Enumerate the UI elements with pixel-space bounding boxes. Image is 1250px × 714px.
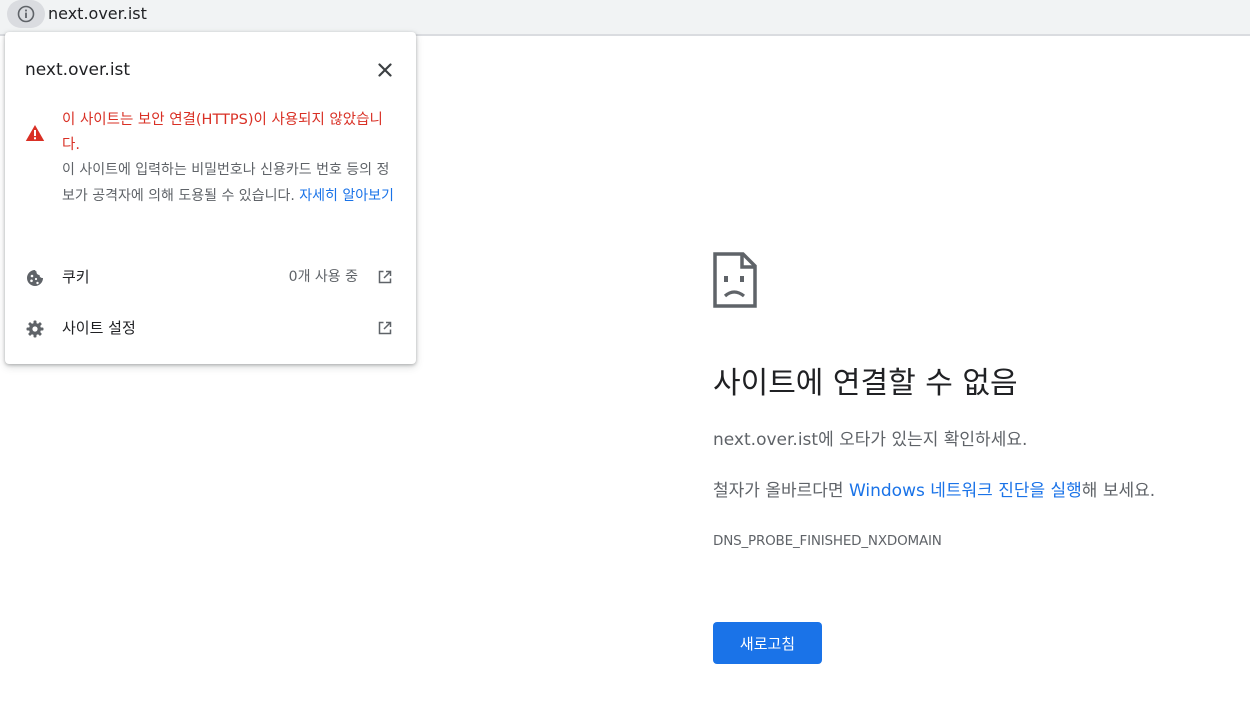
gear-icon [26,320,44,338]
cookies-count: 0개 사용 중 [288,269,358,285]
info-circle-icon [17,5,35,23]
cookie-icon [27,270,43,286]
learn-more-link[interactable]: 자세히 알아보기 [299,188,394,204]
open-in-new-icon [378,321,392,335]
site-info-button[interactable] [7,0,45,28]
typo-hint-text: 에 오타가 있는지 확인하세요. [818,430,1028,450]
close-button[interactable] [371,56,399,84]
site-settings-row[interactable]: 사이트 설정 [5,310,416,346]
open-in-new-icon [378,270,392,284]
error-code: DNS_PROBE_FINISHED_NXDOMAIN [713,533,942,549]
close-icon [378,63,392,77]
cookies-row[interactable]: 쿠키 0개 사용 중 [5,259,416,295]
warning-triangle-icon [25,125,45,141]
run-diagnostics-link[interactable]: Windows 네트워크 진단을 실행 [849,481,1082,501]
typo-hint-host: next.over.ist [713,430,819,450]
diagnostics-hint-suffix: 해 보세요. [1081,481,1156,501]
omnibox[interactable]: next.over.ist [0,0,1250,36]
cookies-label: 쿠키 [62,268,90,286]
sad-page-icon [713,252,757,308]
site-settings-label: 사이트 설정 [62,319,136,337]
security-warning-title: 이 사이트는 보안 연결(HTTPS)이 사용되지 않았습니다. [62,112,383,153]
page-info-popup: next.over.ist 이 사이트는 보안 연결(HTTPS)이 사용되지 … [5,32,416,364]
url-text[interactable]: next.over.ist [48,4,147,24]
typo-hint: next.over.ist에 오타가 있는지 확인하세요. [713,428,1027,452]
reload-button[interactable]: 새로고침 [713,622,822,664]
popup-host: next.over.ist [25,60,131,80]
diagnostics-hint: 철자가 올바르다면 Windows 네트워크 진단을 실행해 보세요. [713,479,1155,503]
error-title: 사이트에 연결할 수 없음 [713,366,1018,401]
diagnostics-hint-prefix: 철자가 올바르다면 [713,481,849,501]
security-warning-body: 이 사이트에 입력하는 비밀번호나 신용카드 번호 등의 정보가 공격자에 의해… [62,158,397,209]
